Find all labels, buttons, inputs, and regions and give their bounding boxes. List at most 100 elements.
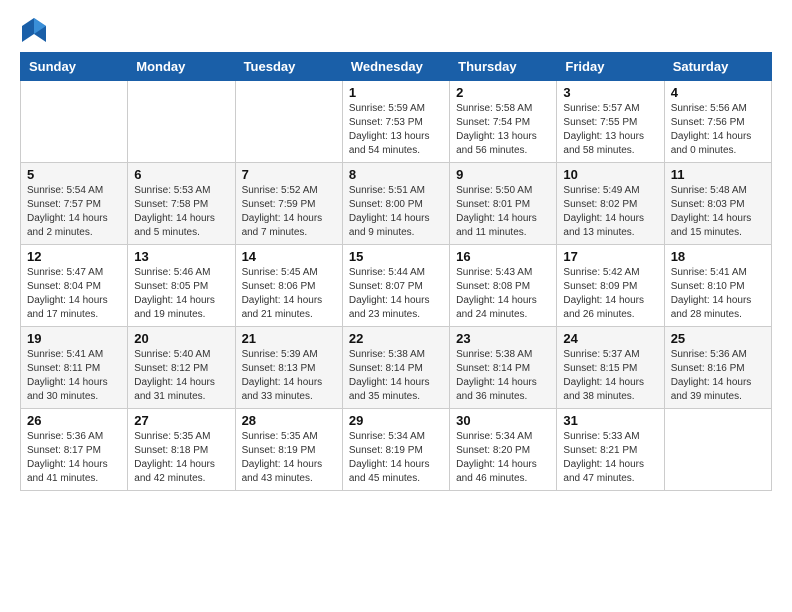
- day-number: 31: [563, 413, 657, 428]
- day-info: Sunrise: 5:57 AM Sunset: 7:55 PM Dayligh…: [563, 102, 657, 158]
- day-number: 22: [349, 331, 443, 346]
- day-info: Sunrise: 5:43 AM Sunset: 8:08 PM Dayligh…: [456, 266, 550, 322]
- calendar-cell: 25 Sunrise: 5:36 AM Sunset: 8:16 PM Dayli…: [664, 327, 771, 409]
- day-info: Sunrise: 5:33 AM Sunset: 8:21 PM Dayligh…: [563, 430, 657, 486]
- day-number: 20: [134, 331, 228, 346]
- weekday-header-friday: Friday: [557, 53, 664, 81]
- day-number: 6: [134, 167, 228, 182]
- day-number: 10: [563, 167, 657, 182]
- calendar-cell: [664, 409, 771, 491]
- day-info: Sunrise: 5:34 AM Sunset: 8:19 PM Dayligh…: [349, 430, 443, 486]
- day-number: 8: [349, 167, 443, 182]
- calendar-cell: 11 Sunrise: 5:48 AM Sunset: 8:03 PM Dayli…: [664, 163, 771, 245]
- day-info: Sunrise: 5:46 AM Sunset: 8:05 PM Dayligh…: [134, 266, 228, 322]
- day-info: Sunrise: 5:40 AM Sunset: 8:12 PM Dayligh…: [134, 348, 228, 404]
- calendar-cell: 30Sunrise: 5:34 AM Sunset: 8:20 PM Dayli…: [450, 409, 557, 491]
- header: [20, 16, 772, 44]
- calendar-cell: 12 Sunrise: 5:47 AM Sunset: 8:04 PM Dayli…: [21, 245, 128, 327]
- weekday-header-wednesday: Wednesday: [342, 53, 449, 81]
- weekday-header-thursday: Thursday: [450, 53, 557, 81]
- calendar-cell: 17 Sunrise: 5:42 AM Sunset: 8:09 PM Dayli…: [557, 245, 664, 327]
- day-number: 27: [134, 413, 228, 428]
- day-info: Sunrise: 5:36 AM Sunset: 8:17 PM Dayligh…: [27, 430, 121, 486]
- day-number: 18: [671, 249, 765, 264]
- day-info: Sunrise: 5:53 AM Sunset: 7:58 PM Dayligh…: [134, 184, 228, 240]
- calendar-cell: 4 Sunrise: 5:56 AM Sunset: 7:56 PM Daylig…: [664, 81, 771, 163]
- logo-icon: [20, 16, 48, 44]
- day-info: Sunrise: 5:52 AM Sunset: 7:59 PM Dayligh…: [242, 184, 336, 240]
- day-info: Sunrise: 5:45 AM Sunset: 8:06 PM Dayligh…: [242, 266, 336, 322]
- day-info: Sunrise: 5:35 AM Sunset: 8:19 PM Dayligh…: [242, 430, 336, 486]
- day-number: 4: [671, 85, 765, 100]
- day-info: Sunrise: 5:58 AM Sunset: 7:54 PM Dayligh…: [456, 102, 550, 158]
- day-number: 29: [349, 413, 443, 428]
- day-number: 28: [242, 413, 336, 428]
- day-info: Sunrise: 5:49 AM Sunset: 8:02 PM Dayligh…: [563, 184, 657, 240]
- day-number: 17: [563, 249, 657, 264]
- day-number: 3: [563, 85, 657, 100]
- day-info: Sunrise: 5:51 AM Sunset: 8:00 PM Dayligh…: [349, 184, 443, 240]
- day-number: 7: [242, 167, 336, 182]
- day-number: 14: [242, 249, 336, 264]
- calendar-cell: 18 Sunrise: 5:41 AM Sunset: 8:10 PM Dayli…: [664, 245, 771, 327]
- day-info: Sunrise: 5:35 AM Sunset: 8:18 PM Dayligh…: [134, 430, 228, 486]
- calendar-cell: 24 Sunrise: 5:37 AM Sunset: 8:15 PM Dayli…: [557, 327, 664, 409]
- day-info: Sunrise: 5:36 AM Sunset: 8:16 PM Dayligh…: [671, 348, 765, 404]
- calendar-cell: 26 Sunrise: 5:36 AM Sunset: 8:17 PM Dayli…: [21, 409, 128, 491]
- calendar-cell: [235, 81, 342, 163]
- calendar-cell: 3 Sunrise: 5:57 AM Sunset: 7:55 PM Daylig…: [557, 81, 664, 163]
- weekday-header-sunday: Sunday: [21, 53, 128, 81]
- calendar-cell: 28 Sunrise: 5:35 AM Sunset: 8:19 PM Dayli…: [235, 409, 342, 491]
- calendar-cell: 1Sunrise: 5:59 AM Sunset: 7:53 PM Daylig…: [342, 81, 449, 163]
- calendar-cell: 23Sunrise: 5:38 AM Sunset: 8:14 PM Dayli…: [450, 327, 557, 409]
- calendar-cell: 19 Sunrise: 5:41 AM Sunset: 8:11 PM Dayli…: [21, 327, 128, 409]
- day-number: 2: [456, 85, 550, 100]
- day-info: Sunrise: 5:41 AM Sunset: 8:10 PM Dayligh…: [671, 266, 765, 322]
- day-number: 16: [456, 249, 550, 264]
- day-number: 12: [27, 249, 121, 264]
- calendar-cell: 2 Sunrise: 5:58 AM Sunset: 7:54 PM Daylig…: [450, 81, 557, 163]
- day-number: 26: [27, 413, 121, 428]
- day-info: Sunrise: 5:50 AM Sunset: 8:01 PM Dayligh…: [456, 184, 550, 240]
- day-info: Sunrise: 5:48 AM Sunset: 8:03 PM Dayligh…: [671, 184, 765, 240]
- weekday-header-tuesday: Tuesday: [235, 53, 342, 81]
- day-info: Sunrise: 5:37 AM Sunset: 8:15 PM Dayligh…: [563, 348, 657, 404]
- calendar-cell: 10 Sunrise: 5:49 AM Sunset: 8:02 PM Dayli…: [557, 163, 664, 245]
- calendar-cell: 31 Sunrise: 5:33 AM Sunset: 8:21 PM Dayli…: [557, 409, 664, 491]
- calendar-cell: 22 Sunrise: 5:38 AM Sunset: 8:14 PM Dayli…: [342, 327, 449, 409]
- day-info: Sunrise: 5:41 AM Sunset: 8:11 PM Dayligh…: [27, 348, 121, 404]
- calendar-cell: 7 Sunrise: 5:52 AM Sunset: 7:59 PM Daylig…: [235, 163, 342, 245]
- day-number: 19: [27, 331, 121, 346]
- calendar-cell: 20 Sunrise: 5:40 AM Sunset: 8:12 PM Dayli…: [128, 327, 235, 409]
- day-info: Sunrise: 5:42 AM Sunset: 8:09 PM Dayligh…: [563, 266, 657, 322]
- calendar-cell: 9 Sunrise: 5:50 AM Sunset: 8:01 PM Daylig…: [450, 163, 557, 245]
- day-info: Sunrise: 5:38 AM Sunset: 8:14 PM Dayligh…: [349, 348, 443, 404]
- day-number: 11: [671, 167, 765, 182]
- calendar-table: SundayMondayTuesdayWednesdayThursdayFrid…: [20, 52, 772, 491]
- weekday-header-monday: Monday: [128, 53, 235, 81]
- day-number: 30: [456, 413, 550, 428]
- calendar-cell: 8 Sunrise: 5:51 AM Sunset: 8:00 PM Daylig…: [342, 163, 449, 245]
- day-number: 25: [671, 331, 765, 346]
- calendar-cell: 29 Sunrise: 5:34 AM Sunset: 8:19 PM Dayli…: [342, 409, 449, 491]
- calendar-cell: [128, 81, 235, 163]
- day-info: Sunrise: 5:59 AM Sunset: 7:53 PM Dayligh…: [349, 102, 443, 158]
- calendar-cell: 21 Sunrise: 5:39 AM Sunset: 8:13 PM Dayli…: [235, 327, 342, 409]
- calendar-cell: 5Sunrise: 5:54 AM Sunset: 7:57 PM Daylig…: [21, 163, 128, 245]
- day-number: 13: [134, 249, 228, 264]
- calendar-cell: 15Sunrise: 5:44 AM Sunset: 8:07 PM Dayli…: [342, 245, 449, 327]
- calendar-cell: 13 Sunrise: 5:46 AM Sunset: 8:05 PM Dayli…: [128, 245, 235, 327]
- logo: [20, 16, 52, 44]
- day-info: Sunrise: 5:56 AM Sunset: 7:56 PM Dayligh…: [671, 102, 765, 158]
- weekday-header-saturday: Saturday: [664, 53, 771, 81]
- calendar-cell: [21, 81, 128, 163]
- day-number: 24: [563, 331, 657, 346]
- day-number: 9: [456, 167, 550, 182]
- calendar-cell: 27 Sunrise: 5:35 AM Sunset: 8:18 PM Dayli…: [128, 409, 235, 491]
- day-number: 5: [27, 167, 121, 182]
- day-info: Sunrise: 5:47 AM Sunset: 8:04 PM Dayligh…: [27, 266, 121, 322]
- calendar-cell: 6 Sunrise: 5:53 AM Sunset: 7:58 PM Daylig…: [128, 163, 235, 245]
- day-info: Sunrise: 5:39 AM Sunset: 8:13 PM Dayligh…: [242, 348, 336, 404]
- day-number: 21: [242, 331, 336, 346]
- calendar-cell: 14 Sunrise: 5:45 AM Sunset: 8:06 PM Dayli…: [235, 245, 342, 327]
